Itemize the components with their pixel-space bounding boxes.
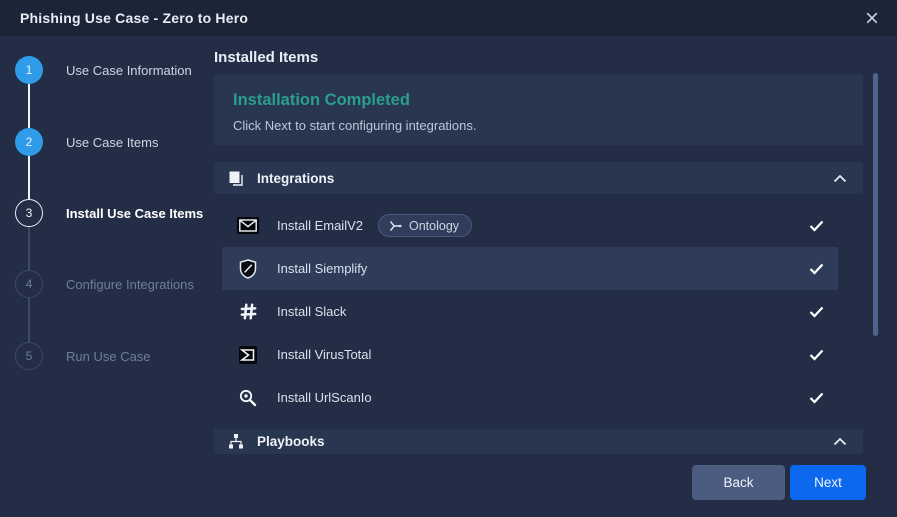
list-item-install-slack[interactable]: Install Slack bbox=[222, 290, 838, 333]
stepper-step-configure-integrations[interactable]: 4 Configure Integrations bbox=[15, 270, 194, 298]
item-label: Install Slack bbox=[277, 304, 346, 319]
step-label: Run Use Case bbox=[66, 349, 151, 364]
list-item-install-siemplify[interactable]: Install Siemplify bbox=[222, 247, 838, 290]
banner-message: Click Next to start configuring integrat… bbox=[233, 118, 843, 133]
banner-title: Installation Completed bbox=[233, 91, 843, 110]
stepper: 1 Use Case Information 2 Use Case Items … bbox=[0, 36, 210, 517]
step-label: Install Use Case Items bbox=[66, 206, 203, 221]
check-icon bbox=[809, 306, 824, 318]
vertical-scrollbar-thumb[interactable] bbox=[873, 73, 878, 336]
step-number-badge: 5 bbox=[15, 342, 43, 370]
step-number-badge: 1 bbox=[15, 56, 43, 84]
section-label: Playbooks bbox=[257, 434, 833, 449]
step-number-badge: 4 bbox=[15, 270, 43, 298]
check-icon bbox=[809, 220, 824, 232]
magnifier-icon bbox=[236, 388, 260, 408]
list-item-install-virustotal[interactable]: Install VirusTotal bbox=[222, 333, 838, 376]
email-icon bbox=[236, 217, 260, 234]
item-label: Install VirusTotal bbox=[277, 347, 371, 362]
wizard-dialog: Phishing Use Case - Zero to Hero 1 Use C… bbox=[0, 0, 897, 517]
installation-status-banner: Installation Completed Click Next to sta… bbox=[214, 75, 863, 145]
next-button[interactable]: Next bbox=[790, 465, 866, 500]
step-number-badge: 3 bbox=[15, 199, 43, 227]
stepper-step-install-use-case-items[interactable]: 3 Install Use Case Items bbox=[15, 199, 203, 227]
page-title: Installed Items bbox=[214, 49, 318, 66]
section-label: Integrations bbox=[257, 171, 833, 186]
window-title: Phishing Use Case - Zero to Hero bbox=[20, 10, 861, 26]
stepper-step-use-case-items[interactable]: 2 Use Case Items bbox=[15, 128, 158, 156]
stepper-step-use-case-information[interactable]: 1 Use Case Information bbox=[15, 56, 192, 84]
check-icon bbox=[809, 392, 824, 404]
step-connector bbox=[28, 84, 30, 128]
step-number-badge: 2 bbox=[15, 128, 43, 156]
siemplify-shield-icon bbox=[236, 259, 260, 279]
virustotal-icon bbox=[236, 346, 260, 364]
check-icon bbox=[809, 349, 824, 361]
step-connector bbox=[28, 156, 30, 199]
chevron-up-icon[interactable] bbox=[833, 437, 847, 446]
layers-icon bbox=[228, 170, 246, 187]
step-connector bbox=[28, 227, 30, 270]
step-label: Configure Integrations bbox=[66, 277, 194, 292]
ontology-branch-icon bbox=[389, 220, 402, 232]
sitemap-icon bbox=[228, 434, 246, 449]
list-item-install-urlscanio[interactable]: Install UrlScanIo bbox=[222, 376, 838, 419]
list-item-install-emailv2[interactable]: Install EmailV2 Ontology bbox=[222, 204, 838, 247]
item-label: Install EmailV2 bbox=[277, 218, 363, 233]
back-button[interactable]: Back bbox=[692, 465, 785, 500]
close-icon[interactable] bbox=[861, 7, 883, 29]
step-label: Use Case Information bbox=[66, 63, 192, 78]
ontology-badge[interactable]: Ontology bbox=[378, 214, 472, 237]
slack-icon bbox=[236, 302, 260, 321]
badge-label: Ontology bbox=[409, 219, 459, 233]
stepper-step-run-use-case[interactable]: 5 Run Use Case bbox=[15, 342, 151, 370]
item-label: Install UrlScanIo bbox=[277, 390, 372, 405]
titlebar: Phishing Use Case - Zero to Hero bbox=[0, 0, 897, 36]
check-icon bbox=[809, 263, 824, 275]
section-header-playbooks[interactable]: Playbooks bbox=[214, 429, 863, 454]
section-header-integrations[interactable]: Integrations bbox=[214, 162, 863, 194]
step-label: Use Case Items bbox=[66, 135, 158, 150]
item-label: Install Siemplify bbox=[277, 261, 367, 276]
step-connector bbox=[28, 298, 30, 342]
chevron-up-icon[interactable] bbox=[833, 174, 847, 183]
